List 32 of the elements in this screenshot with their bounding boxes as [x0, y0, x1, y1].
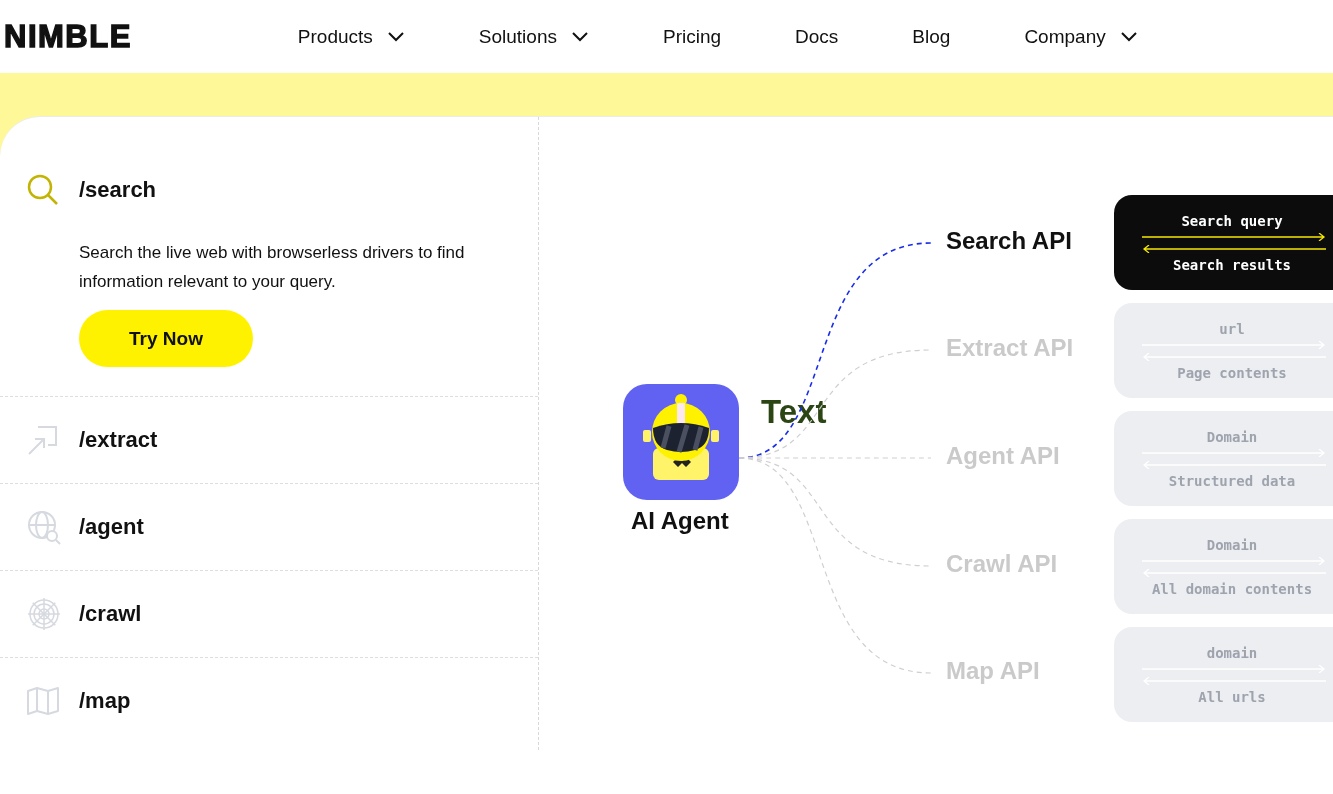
api-label[interactable]: Search API	[946, 227, 1072, 255]
response-label: Search results	[1173, 256, 1291, 273]
right-arrow-icon	[1142, 232, 1326, 241]
request-label: url	[1219, 320, 1245, 337]
request-label: Search query	[1181, 212, 1283, 229]
mode-label: Text	[761, 393, 827, 431]
endpoint-link[interactable]: /agent	[79, 514, 144, 540]
endpoint-link[interactable]: /map	[79, 688, 131, 714]
endpoint-link[interactable]: /search	[79, 177, 157, 203]
chevron-down-icon	[1119, 30, 1138, 43]
nav-link[interactable]: Products	[297, 25, 405, 48]
try-now-button[interactable]: Try Now	[79, 310, 253, 367]
response-label: All domain contents	[1151, 580, 1313, 597]
chevron-down-icon	[386, 30, 405, 43]
endpoint-link[interactable]: /crawl	[79, 601, 142, 627]
response-label: Structured data	[1168, 472, 1296, 489]
nav-link[interactable]: Docs	[795, 25, 839, 48]
left-arrow-icon	[1142, 244, 1326, 253]
request-label: domain	[1206, 644, 1258, 661]
response-label: Page contents	[1177, 364, 1287, 381]
nav-link[interactable]: Solutions	[478, 25, 589, 48]
nav-link[interactable]: Blog	[912, 25, 951, 48]
endpoint-description: Search the live web with browserless drivers to find information relevant to your query.	[79, 242, 466, 293]
chevron-down-icon	[571, 30, 589, 43]
response-label: All urls	[1198, 688, 1266, 705]
request-label: Domain	[1206, 536, 1258, 553]
nav-link[interactable]: Company	[1024, 25, 1138, 48]
agent-label: AI Agent	[631, 507, 729, 535]
request-label: Domain	[1206, 428, 1258, 445]
nav-link[interactable]: Pricing	[663, 25, 722, 48]
logo[interactable]: NIMBLE	[4, 18, 132, 55]
endpoint-link[interactable]: /extract	[79, 427, 158, 453]
